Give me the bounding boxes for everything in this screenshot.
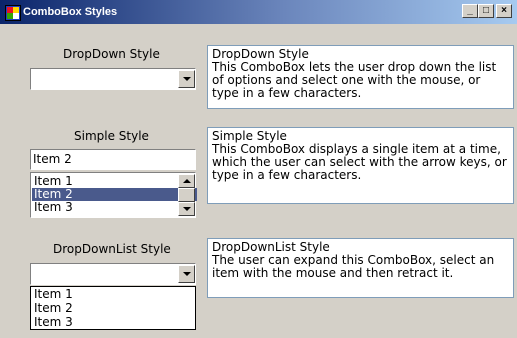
dropdown-arrow-button[interactable]	[178, 70, 195, 88]
simple-combobox-list[interactable]: Item 1 Item 2 Item 3	[30, 172, 197, 218]
scroll-down-button[interactable]	[178, 202, 195, 216]
chevron-up-icon	[183, 179, 191, 183]
chevron-down-icon	[183, 207, 191, 211]
scroll-thumb[interactable]	[178, 188, 195, 202]
list-item[interactable]: Item 3	[32, 316, 197, 329]
dropdown-combobox[interactable]	[30, 68, 196, 90]
minimize-button[interactable]: _	[462, 4, 478, 18]
window-title: ComboBox Styles	[23, 6, 118, 18]
simple-combobox-input[interactable]: Item 2	[30, 149, 196, 170]
main-window: ComboBox Styles _ □ × DropDown Style Dro…	[0, 0, 517, 338]
list-item[interactable]: Item 3	[32, 201, 197, 214]
simple-combobox-value[interactable]: Item 2	[33, 152, 72, 166]
dropdown-style-label: DropDown Style	[63, 47, 160, 61]
dropdownlist-description: DropDownList Style The user can expand t…	[207, 238, 514, 298]
app-icon[interactable]	[5, 5, 21, 21]
title-bar[interactable]: ComboBox Styles _ □ ×	[0, 0, 517, 24]
chevron-down-icon	[183, 272, 191, 276]
dropdownlist-expanded-list[interactable]: Item 1 Item 2 Item 3	[30, 286, 196, 330]
list-item[interactable]: Item 1	[32, 288, 197, 301]
chevron-down-icon	[183, 77, 191, 81]
close-button[interactable]: ×	[496, 4, 512, 18]
list-scrollbar[interactable]	[178, 174, 195, 216]
simple-description: Simple Style This ComboBox displays a si…	[207, 127, 514, 204]
scroll-up-button[interactable]	[178, 174, 195, 188]
dropdownlist-style-label: DropDownList Style	[53, 242, 171, 256]
maximize-button[interactable]: □	[478, 4, 494, 18]
simple-style-label: Simple Style	[74, 129, 149, 143]
dropdown-description: DropDown Style This ComboBox lets the us…	[207, 45, 514, 109]
dropdownlist-combobox[interactable]	[30, 263, 196, 285]
dropdownlist-arrow-button[interactable]	[178, 265, 195, 283]
list-item[interactable]: Item 2	[32, 302, 197, 315]
